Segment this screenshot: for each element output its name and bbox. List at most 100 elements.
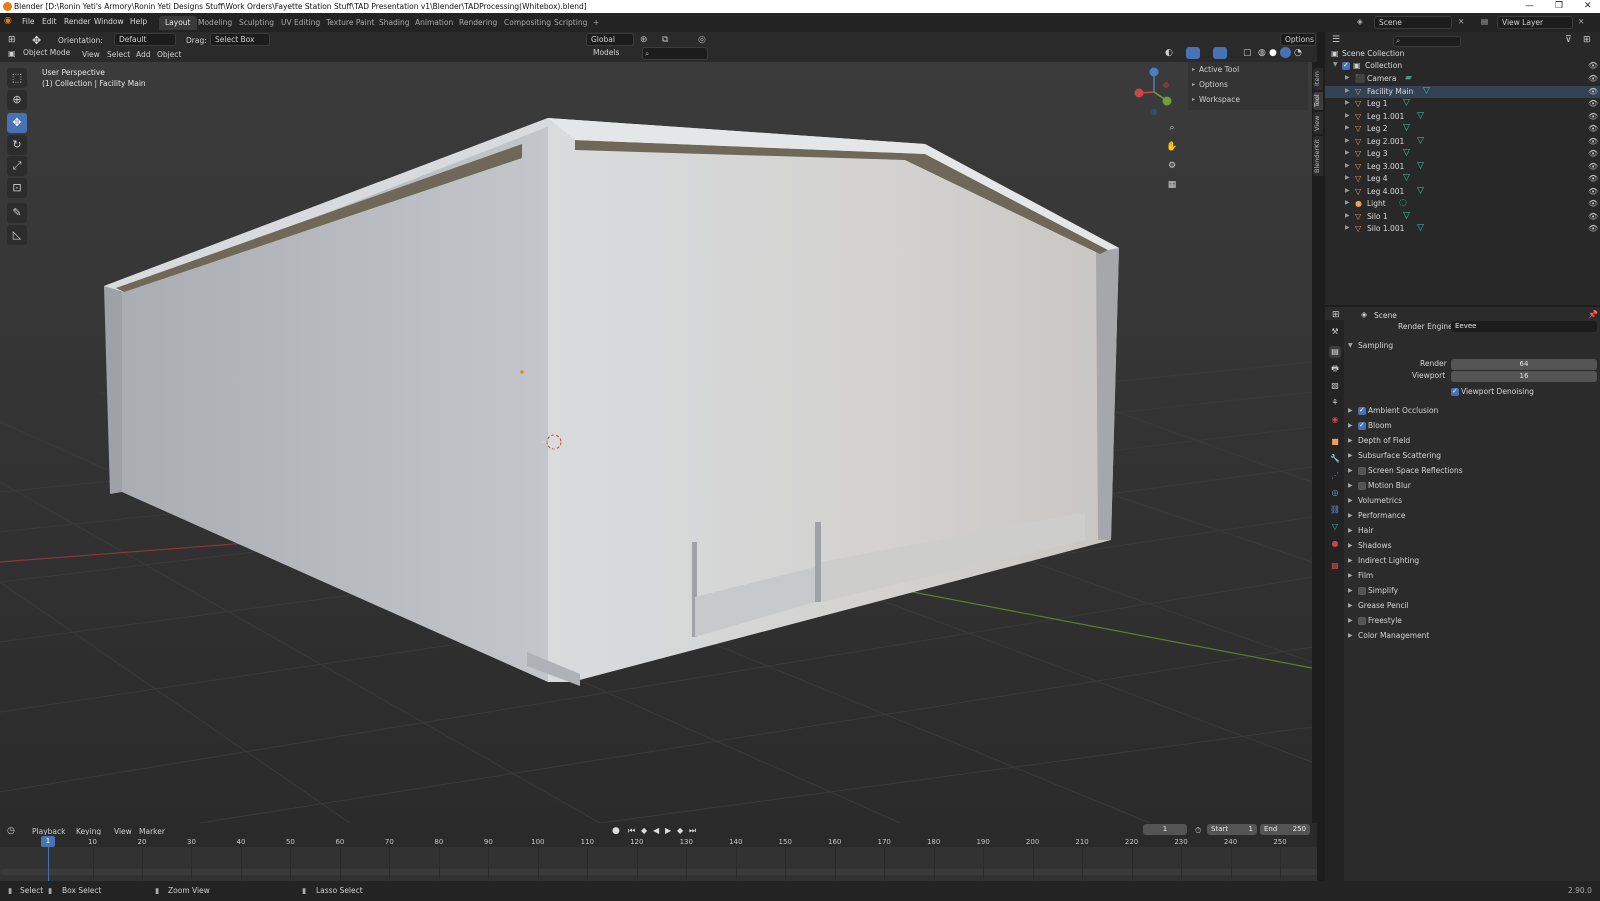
xray-icon[interactable]: ▢ (1243, 48, 1252, 58)
menu-file[interactable]: File (22, 17, 35, 26)
rendered-shading-icon[interactable]: ◔ (1294, 48, 1302, 58)
measure-tool[interactable]: ◺ (7, 225, 27, 245)
outliner-item-leg-4-001[interactable]: ▶ ▽ Leg 4.001 ▽ 👁 (1325, 186, 1600, 199)
tab-tool[interactable]: Tool (1313, 92, 1323, 110)
snap-icon[interactable]: ⧉ (662, 35, 668, 45)
tab-item[interactable]: Item (1313, 68, 1323, 90)
move-tool[interactable]: ✥ (7, 113, 27, 133)
playhead[interactable]: 1 (41, 836, 55, 847)
particle-props-icon[interactable]: ⋰ (1329, 470, 1341, 482)
tab-texture-paint[interactable]: Texture Paint (320, 16, 380, 30)
move-tool-icon[interactable]: ✥ (32, 34, 41, 47)
panel-subsurface-scattering[interactable]: ▶ Subsurface Scattering (1344, 450, 1600, 463)
current-frame-field[interactable]: 1 (1143, 824, 1187, 835)
object-props-icon[interactable]: ■ (1329, 436, 1341, 448)
panel-ambient-occlusion[interactable]: ▶ Ambient Occlusion (1344, 405, 1600, 418)
outliner-item-camera[interactable]: ▶ ⬛ Camera ▰ 👁 (1325, 73, 1600, 86)
tool-props-icon[interactable]: ⚒ (1329, 326, 1341, 338)
scene-props-icon[interactable]: ⚘ (1329, 397, 1341, 409)
texture-props-icon[interactable]: ▩ (1329, 560, 1341, 572)
eye-icon[interactable]: 👁 (1588, 99, 1598, 108)
viewport-denoising-checkbox[interactable] (1451, 387, 1459, 396)
close-button[interactable]: ✕ (1584, 1, 1592, 11)
panel-motion-blur[interactable]: ▶ Motion Blur (1344, 480, 1600, 493)
render-engine-dropdown[interactable]: Eevee (1451, 321, 1597, 332)
expand-arrow-icon[interactable]: ▶ (1348, 602, 1353, 609)
physics-props-icon[interactable]: ◎ (1329, 487, 1341, 499)
tab-layout[interactable]: Layout (159, 16, 197, 30)
drag-dropdown[interactable]: Select Box (210, 33, 270, 46)
eye-icon[interactable]: 👁 (1588, 112, 1598, 121)
expand-arrow-icon[interactable]: ▶ (1348, 467, 1353, 474)
start-frame-field[interactable]: Start 1 (1207, 824, 1257, 835)
expand-arrow-icon[interactable]: ▶ (1348, 422, 1353, 429)
blender-menu-icon[interactable]: ◉ (4, 16, 12, 26)
panel-simplify[interactable]: ▶ Simplify (1344, 585, 1600, 598)
pin-icon[interactable]: 📌 (1588, 310, 1598, 319)
eye-icon[interactable]: 👁 (1588, 149, 1598, 158)
close-icon[interactable]: ✕ (1578, 17, 1584, 26)
tab-animation[interactable]: Animation (409, 16, 459, 30)
camera-view-icon[interactable]: ⚙ (1164, 158, 1180, 174)
cursor-tool[interactable]: ⊕ (7, 90, 27, 110)
panel-freestyle[interactable]: ▶ Freestyle (1344, 615, 1600, 628)
expand-arrow-icon[interactable]: ▶ (1348, 512, 1353, 519)
panel-active-tool[interactable]: ▸ Active Tool (1192, 65, 1239, 74)
view-layer-selector[interactable]: View Layer (1497, 16, 1573, 29)
timeline-ruler[interactable] (0, 835, 1317, 847)
ambient-occlusion-checkbox[interactable] (1358, 406, 1366, 415)
play-reverse-icon[interactable]: ◀ (653, 826, 659, 835)
eye-icon[interactable]: 👁 (1588, 137, 1598, 146)
close-icon[interactable]: ✕ (1458, 17, 1464, 26)
screen-space-reflections-checkbox[interactable] (1358, 467, 1366, 475)
constraint-props-icon[interactable]: ⛓ (1329, 504, 1341, 516)
sampling-panel[interactable]: ▼ Sampling (1344, 340, 1600, 353)
annotate-tool[interactable]: ✎ (7, 203, 27, 223)
minimize-button[interactable]: — (1525, 1, 1534, 11)
end-frame-field[interactable]: End 250 (1260, 824, 1310, 835)
outliner-item-leg-2-001[interactable]: ▶ ▽ Leg 2.001 ▽ 👁 (1325, 136, 1600, 149)
pivot-icon[interactable]: ⊛ (640, 35, 648, 45)
outliner-item-leg-1-001[interactable]: ▶ ▽ Leg 1.001 ▽ 👁 (1325, 111, 1600, 124)
outliner-item-leg-1[interactable]: ▶ ▽ Leg 1 ▽ 👁 (1325, 98, 1600, 111)
menu-edit[interactable]: Edit (42, 17, 57, 26)
rotate-tool[interactable]: ↻ (7, 135, 27, 155)
eye-icon[interactable]: 👁 (1588, 87, 1598, 96)
panel-depth-of-field[interactable]: ▶ Depth of Field (1344, 435, 1600, 448)
panel-screen-space-reflections[interactable]: ▶ Screen Space Reflections (1344, 465, 1600, 478)
select-box-tool[interactable]: ⬚ (7, 68, 27, 88)
outliner-item-light[interactable]: ▶ ● Light ◌ 👁 (1325, 198, 1600, 211)
world-props-icon[interactable]: ◉ (1329, 414, 1341, 426)
panel-color-management[interactable]: ▶ Color Management (1344, 630, 1600, 643)
expand-arrow-icon[interactable]: ▼ (1333, 61, 1338, 68)
menu-help[interactable]: Help (130, 17, 147, 26)
zoom-icon[interactable]: ⌕ (1164, 120, 1180, 136)
modifier-props-icon[interactable]: 🔧 (1329, 453, 1341, 465)
outliner-item-leg-3-001[interactable]: ▶ ▽ Leg 3.001 ▽ 👁 (1325, 161, 1600, 174)
wireframe-shading-icon[interactable]: ◍ (1258, 48, 1266, 58)
visibility-icon[interactable]: ◐ (1165, 48, 1173, 58)
next-keyframe-icon[interactable]: ◆ (677, 826, 683, 835)
transform-orientation-dropdown[interactable]: Global (586, 33, 634, 46)
eye-icon[interactable]: 👁 (1588, 74, 1598, 83)
3d-viewport[interactable]: User Perspective (1) Collection | Facili… (0, 62, 1312, 823)
material-props-icon[interactable]: ● (1329, 538, 1341, 550)
orientation-dropdown[interactable]: Default (114, 33, 176, 46)
expand-arrow-icon[interactable]: ▶ (1348, 527, 1353, 534)
gizmo-toggle-icon[interactable] (1186, 47, 1200, 59)
expand-arrow-icon[interactable]: ▶ (1348, 617, 1353, 624)
viewport-denoising-row[interactable]: Viewport Denoising (1344, 386, 1600, 399)
panel-bloom[interactable]: ▶ Bloom (1344, 420, 1600, 433)
tab-rendering[interactable]: Rendering (453, 16, 503, 30)
properties-editor-icon[interactable]: ⊞ (1332, 310, 1340, 320)
outliner-item-silo-1-001[interactable]: ▶ ▽ Silo 1.001 ▽ 👁 (1325, 223, 1600, 236)
restore-button[interactable]: ❐ (1555, 1, 1563, 11)
eye-icon[interactable]: 👁 (1588, 212, 1598, 221)
ortho-grid-icon[interactable]: ▦ (1164, 177, 1180, 193)
material-shading-icon[interactable] (1280, 47, 1291, 58)
simplify-checkbox[interactable] (1358, 587, 1366, 595)
expand-arrow-icon[interactable]: ▶ (1348, 452, 1353, 459)
pan-hand-icon[interactable]: ✋ (1164, 139, 1180, 155)
panel-shadows[interactable]: ▶ Shadows (1344, 540, 1600, 553)
panel-workspace[interactable]: ▸ Workspace (1192, 95, 1240, 104)
